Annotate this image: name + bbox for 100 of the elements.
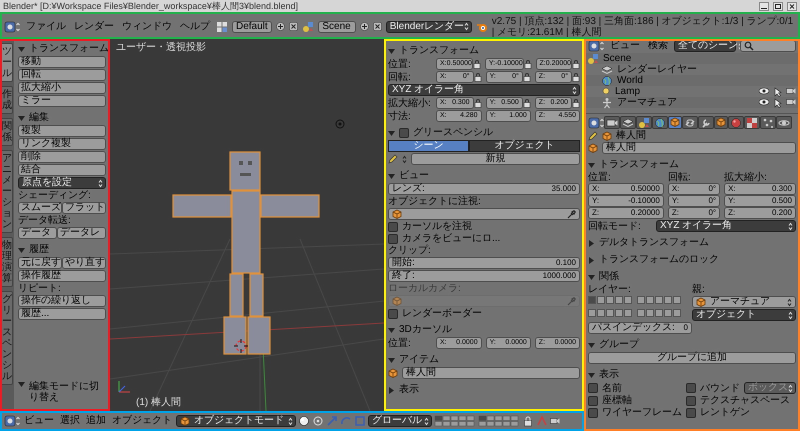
menu-item[interactable]: レンダー [72, 20, 116, 32]
number-field[interactable]: X: 0.50000 [588, 183, 664, 195]
caret-icon[interactable] [402, 154, 407, 164]
checkbox[interactable] [588, 383, 598, 393]
disclosure-triangle-icon[interactable] [18, 246, 25, 254]
disclosure-triangle-icon[interactable] [388, 48, 395, 54]
properties-tab[interactable] [668, 116, 682, 129]
menu-item[interactable]: ウィンドウ [120, 20, 174, 32]
layer-button[interactable] [597, 308, 605, 316]
tool-button[interactable]: 操作の繰り返し [18, 295, 106, 307]
camera-icon[interactable] [786, 98, 796, 106]
editor-type-icon[interactable] [588, 40, 604, 52]
number-field[interactable]: パスインデックス: 0 [588, 322, 692, 334]
layer-button[interactable] [655, 308, 663, 316]
tool-button[interactable]: リンク複製 [18, 138, 106, 150]
layout-icon[interactable] [216, 20, 228, 32]
layer-button[interactable] [673, 296, 681, 304]
disclosure-triangle-icon[interactable] [18, 381, 25, 388]
add-icon[interactable] [360, 22, 369, 31]
close-icon[interactable] [787, 2, 797, 10]
layer-button[interactable] [664, 308, 672, 316]
dropdown[interactable]: 原点を設定 [18, 177, 106, 189]
camera-icon[interactable] [786, 86, 796, 94]
layer-button[interactable] [655, 296, 663, 304]
pencil-icon[interactable] [388, 154, 398, 164]
properties-tab[interactable] [652, 116, 668, 129]
lock-icon[interactable] [522, 415, 534, 427]
object-field[interactable] [388, 208, 580, 220]
disclosure-triangle-icon[interactable] [18, 114, 25, 122]
disclosure-triangle-icon[interactable] [588, 342, 595, 348]
checkbox[interactable] [388, 308, 398, 318]
lock-icon[interactable] [522, 72, 531, 82]
menu-item[interactable]: 選択 [58, 415, 82, 427]
layer-button[interactable] [673, 308, 681, 316]
outliner-item[interactable]: Lamp [615, 86, 640, 97]
layer-button[interactable] [606, 308, 614, 316]
name-field[interactable]: 棒人間 [402, 367, 580, 379]
layer-button[interactable] [615, 296, 623, 304]
layer-button[interactable] [646, 308, 654, 316]
layer-button[interactable] [588, 308, 596, 316]
dropdown[interactable]: オブジェクト [692, 309, 796, 321]
layer-button[interactable] [606, 296, 614, 304]
lock-icon[interactable] [572, 98, 580, 108]
number-field[interactable]: レンズ: 35.000 [388, 183, 580, 195]
properties-tab[interactable] [728, 116, 744, 129]
number-field[interactable]: Y: 0° [668, 195, 720, 207]
tool-button[interactable]: やり直す [62, 257, 106, 269]
disclosure-triangle-icon[interactable] [388, 326, 395, 334]
lock-icon[interactable] [572, 59, 580, 69]
layer-grid-icon[interactable] [478, 415, 520, 427]
delete-icon[interactable] [289, 22, 298, 31]
lock-icon[interactable] [524, 59, 532, 69]
editor-type-icon[interactable] [4, 20, 20, 32]
properties-tab[interactable] [636, 116, 652, 129]
properties-tab[interactable] [760, 116, 776, 129]
properties-tab[interactable] [682, 116, 698, 129]
tool-button[interactable]: フラット [62, 202, 106, 214]
lock-icon[interactable] [474, 98, 482, 108]
render-engine-dropdown[interactable]: Blenderレンダー [386, 20, 472, 32]
layer-button[interactable] [637, 308, 645, 316]
number-field[interactable]: X: 0° [668, 183, 720, 195]
layer-button[interactable] [664, 296, 672, 304]
maximize-icon[interactable] [773, 2, 783, 10]
minimize-icon[interactable] [759, 2, 769, 10]
number-field[interactable]: 終了: 1000.000 [388, 270, 580, 282]
tool-button[interactable]: データレ [57, 227, 106, 239]
lock-icon[interactable] [522, 98, 531, 108]
editor-type-icon[interactable] [4, 415, 20, 427]
properties-tab[interactable] [714, 116, 728, 129]
tool-button[interactable]: 削除 [18, 151, 106, 163]
eye-icon[interactable] [758, 98, 770, 106]
add-icon[interactable] [276, 22, 286, 31]
checkbox[interactable] [686, 383, 696, 393]
tool-button[interactable]: 元に戻す [18, 257, 62, 269]
eyedropper-icon[interactable] [567, 210, 576, 218]
disclosure-triangle-icon[interactable] [588, 256, 595, 264]
tool-button[interactable]: 操作履歴 [18, 270, 106, 282]
mode-dropdown[interactable]: オブジェクトモード [176, 415, 296, 427]
tool-button[interactable]: 結合 [18, 164, 106, 176]
layer-button[interactable] [637, 296, 645, 304]
disclosure-triangle-icon[interactable] [588, 274, 595, 280]
tool-button[interactable]: スムーズ [18, 202, 62, 214]
dropdown[interactable]: XYZ オイラー角 [388, 84, 580, 96]
number-field[interactable]: X: 0.300 [724, 183, 796, 195]
outliner-item[interactable]: レンダーレイヤー [617, 64, 697, 75]
checkbox[interactable] [686, 408, 696, 418]
properties-tab[interactable] [776, 116, 792, 129]
disclosure-triangle-icon[interactable] [18, 46, 25, 52]
checkbox[interactable] [388, 234, 398, 244]
segment-button[interactable]: オブジェクト [469, 140, 580, 152]
shading-icon[interactable] [298, 415, 310, 427]
menu-item[interactable]: オブジェクト [110, 415, 174, 427]
disclosure-triangle-icon[interactable] [588, 372, 595, 378]
tool-button[interactable]: データ [18, 227, 57, 239]
checkbox[interactable] [399, 128, 409, 138]
properties-tab[interactable] [604, 116, 620, 129]
lock-icon[interactable] [472, 59, 481, 69]
scene-field[interactable]: Scene [318, 20, 356, 32]
layer-grid-icon[interactable] [434, 415, 476, 427]
layer-button[interactable] [646, 296, 654, 304]
